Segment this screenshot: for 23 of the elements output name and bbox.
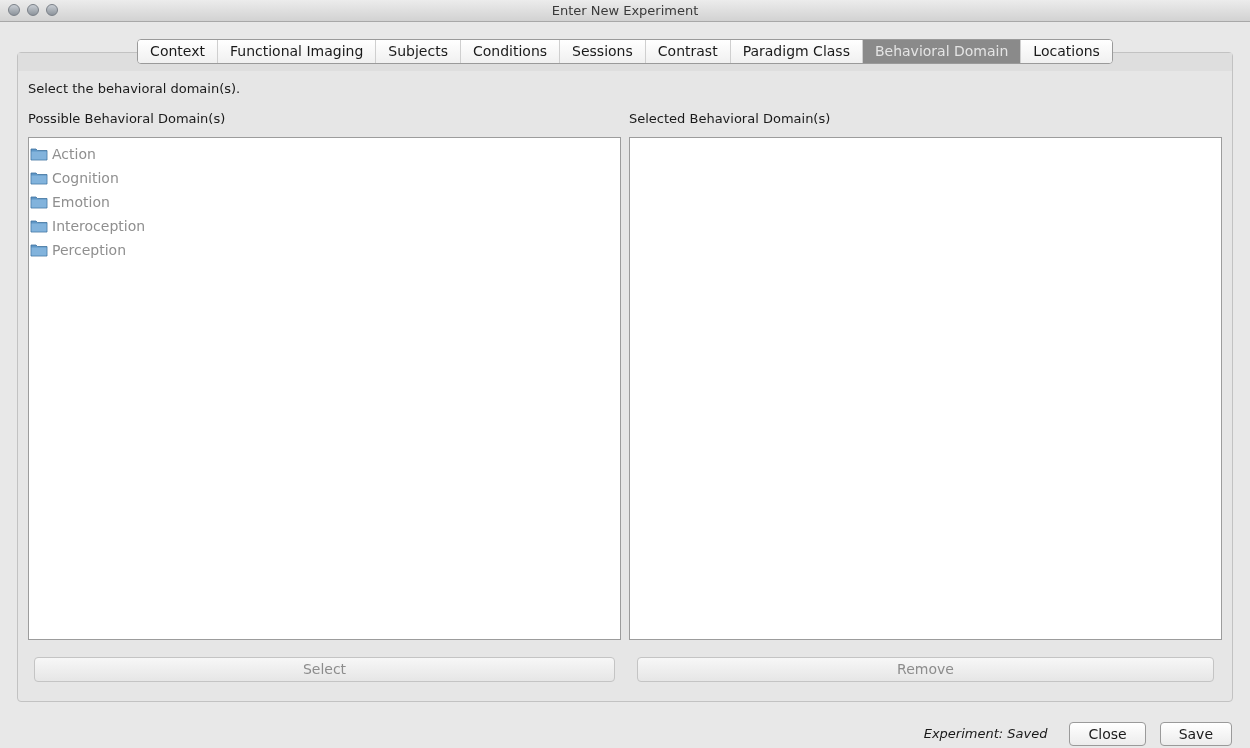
window-control-icon[interactable] bbox=[46, 4, 58, 16]
tab[interactable]: Context bbox=[138, 40, 217, 63]
window-control-icon[interactable] bbox=[8, 4, 20, 16]
dialog-button[interactable]: Save bbox=[1159, 722, 1232, 746]
tab[interactable]: Functional Imaging bbox=[216, 40, 376, 63]
tab[interactable]: Contrast bbox=[644, 40, 730, 63]
window-title: Enter New Experiment bbox=[551, 1, 699, 20]
folder-icon bbox=[30, 219, 48, 233]
tab[interactable]: Sessions bbox=[559, 40, 645, 63]
window-control-icon[interactable] bbox=[27, 4, 39, 16]
list-label: Selected Behavioral Domain(s) bbox=[629, 110, 832, 127]
folder-icon bbox=[30, 243, 48, 257]
tab[interactable]: Paradigm Class bbox=[729, 40, 862, 63]
tab[interactable]: Locations bbox=[1020, 40, 1112, 63]
folder-icon bbox=[30, 147, 48, 161]
list-label: Possible Behavioral Domain(s) bbox=[28, 110, 227, 127]
dialog-button[interactable]: Close bbox=[1069, 722, 1146, 746]
tab[interactable]: Subjects bbox=[375, 40, 460, 63]
folder-icon bbox=[30, 171, 48, 185]
folder-icon bbox=[30, 195, 48, 209]
tab[interactable]: Conditions bbox=[459, 40, 560, 63]
instruction-text: Select the behavioral domain(s). bbox=[28, 80, 242, 97]
status-text: Experiment: Saved bbox=[923, 725, 1048, 744]
